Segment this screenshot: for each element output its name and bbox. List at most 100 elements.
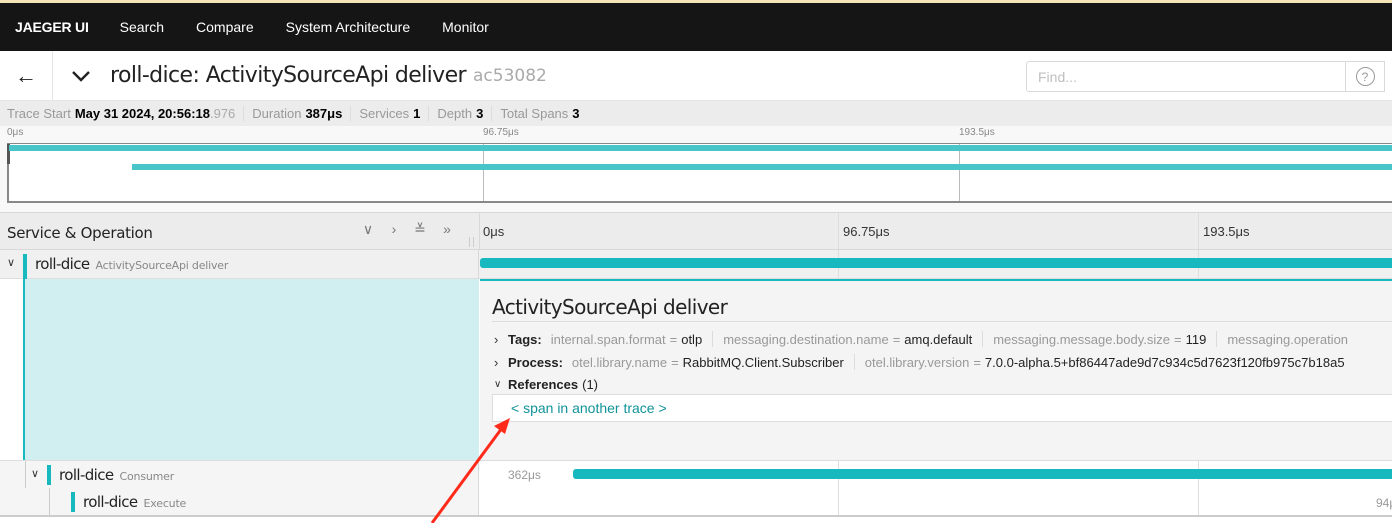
span-name-cell[interactable]: roll-dice Execute — [0, 488, 479, 515]
divider — [428, 106, 430, 121]
total-spans: Total Spans 3 — [500, 106, 579, 121]
trace-minimap[interactable]: 0μs 96.75μs 193.5μs — [0, 126, 1392, 212]
services-value: 1 — [413, 106, 421, 121]
minimap-span-bar — [9, 145, 1392, 151]
depth-label: Depth — [437, 106, 473, 121]
trace-summary: Trace Start May 31 2024, 20:56:18.976 Du… — [0, 101, 1392, 126]
timeline-header: Service & Operation ∨ › ≚ » 0μs 96.75μs … — [0, 212, 1392, 250]
collapse-one-icon[interactable]: ∨ — [358, 221, 378, 238]
span-bar[interactable] — [480, 258, 1392, 268]
question-icon: ? — [1355, 67, 1375, 86]
process-value: RabbitMQ.Client.Subscriber — [682, 354, 844, 370]
divider — [491, 106, 493, 121]
span-name-cell[interactable]: ∨ roll-dice ActivitySourceApi deliver — [0, 250, 479, 279]
span-service: roll-dice — [35, 255, 90, 273]
minimap-canvas[interactable] — [7, 143, 1392, 203]
chevron-right-icon: › — [494, 354, 499, 370]
help-button[interactable]: ? — [1345, 61, 1385, 92]
references-count: (1) — [582, 377, 598, 392]
expand-one-icon[interactable]: › — [384, 221, 404, 237]
total-spans-label: Total Spans — [500, 106, 569, 121]
find-input[interactable] — [1026, 61, 1346, 92]
nav-compare[interactable]: Compare — [180, 19, 270, 35]
process-key: otel.library.version — [864, 354, 970, 370]
minimap-tick: 0μs — [7, 127, 24, 138]
references-label: References — [508, 377, 579, 392]
trace-start-ms: .976 — [209, 106, 236, 121]
trace-header: ← roll-dice: ActivitySourceApi deliver a… — [0, 50, 1392, 101]
service-color-bar — [71, 492, 75, 512]
span-operation: ActivitySourceApi deliver — [95, 259, 229, 272]
chevron-right-icon: › — [494, 331, 499, 347]
timeline-gridline — [1198, 488, 1199, 515]
arrow-left-icon: ← — [15, 62, 37, 88]
duration-label: Duration — [252, 106, 302, 121]
timeline-gridline — [838, 488, 839, 515]
reference-link[interactable]: < span in another trace > — [511, 400, 667, 416]
span-bar[interactable] — [573, 469, 1392, 479]
nav-search[interactable]: Search — [104, 19, 180, 35]
divider — [243, 106, 245, 121]
process-label: Process: — [508, 354, 563, 370]
brand-logo[interactable]: JAEGER UI — [0, 19, 104, 35]
tag-key: messaging.destination.name — [723, 331, 889, 347]
references-list: < span in another trace > — [492, 394, 1392, 422]
process-value: 7.0.0-alpha.5+bf86447ade9d7c934c5d7623f1… — [984, 354, 1345, 370]
span-name-cell[interactable]: ∨ roll-dice Consumer — [0, 461, 479, 517]
service-color-bar — [47, 465, 51, 485]
span-service: roll-dice — [83, 493, 138, 511]
timeline-tick: 193.5μs — [1203, 224, 1250, 239]
nav-system-architecture[interactable]: System Architecture — [270, 19, 427, 35]
trace-id: ac53082 — [472, 65, 547, 86]
timeline-tick: 96.75μs — [843, 224, 890, 239]
span-row[interactable]: roll-dice Execute 94μs — [0, 488, 1392, 515]
chevron-down-icon[interactable]: ∨ — [7, 256, 15, 269]
minimap-gridline — [483, 144, 484, 201]
span-detail-panel: ActivitySourceApi deliver › Tags: intern… — [480, 279, 1392, 460]
collapse-header-button[interactable] — [70, 65, 92, 87]
process-key: otel.library.name — [571, 354, 668, 370]
page-title: roll-dice: ActivitySourceApi deliver — [110, 63, 467, 88]
timeline-gridline — [1198, 213, 1199, 249]
span-operation: Consumer — [119, 470, 175, 483]
collapse-all-icon[interactable]: ≚ — [410, 221, 430, 238]
expand-all-icon[interactable]: » — [437, 221, 457, 237]
trace-start: Trace Start May 31 2024, 20:56:18.976 — [7, 106, 235, 121]
divider — [350, 106, 352, 121]
span-duration-label: 362μs — [508, 468, 541, 482]
references-row[interactable]: ∨ References (1) — [494, 377, 598, 392]
back-button[interactable]: ← — [0, 50, 53, 101]
tag-value: otlp — [681, 331, 703, 347]
span-detail-title: ActivitySourceApi deliver — [492, 295, 728, 319]
column-divider — [479, 213, 480, 249]
services-label: Services — [359, 106, 410, 121]
column-resizer[interactable] — [469, 237, 474, 247]
tag-value: 119 — [1185, 331, 1207, 347]
span-detail-left — [25, 279, 479, 460]
span-service: roll-dice — [59, 466, 114, 484]
depth-value: 3 — [476, 106, 484, 121]
tag-value: amq.default — [904, 331, 973, 347]
minimap-gridline — [959, 144, 960, 201]
span-row[interactable]: ∨ roll-dice Consumer 362μs — [0, 460, 1392, 517]
minimap-tick: 96.75μs — [483, 127, 519, 138]
timeline-gridline — [838, 213, 839, 249]
minimap-span-bar — [131, 164, 1392, 170]
timeline-tick: 0μs — [483, 224, 505, 239]
span-row[interactable]: ∨ roll-dice ActivitySourceApi deliver — [0, 250, 1392, 279]
nav-monitor[interactable]: Monitor — [426, 19, 505, 35]
duration: Duration 387μs — [252, 106, 342, 121]
tag-key: messaging.message.body.size — [993, 331, 1171, 347]
span-operation: Execute — [143, 497, 187, 510]
minimap-tick: 193.5μs — [959, 127, 995, 138]
service-operation-title: Service & Operation — [7, 224, 153, 242]
trace-start-label: Trace Start — [7, 106, 71, 121]
chevron-down-icon[interactable]: ∨ — [31, 467, 39, 480]
tag-key: messaging.operation — [1227, 331, 1349, 347]
chevron-down-icon — [72, 70, 90, 82]
trace-start-value: May 31 2024, 20:56:18 — [74, 106, 210, 121]
tags-label: Tags: — [508, 331, 542, 347]
tags-row[interactable]: › Tags: internal.span.format = otlp messag… — [494, 331, 1348, 347]
duration-value: 387μs — [305, 106, 343, 121]
process-row[interactable]: › Process: otel.library.name = RabbitMQ.Cl… — [494, 354, 1345, 370]
